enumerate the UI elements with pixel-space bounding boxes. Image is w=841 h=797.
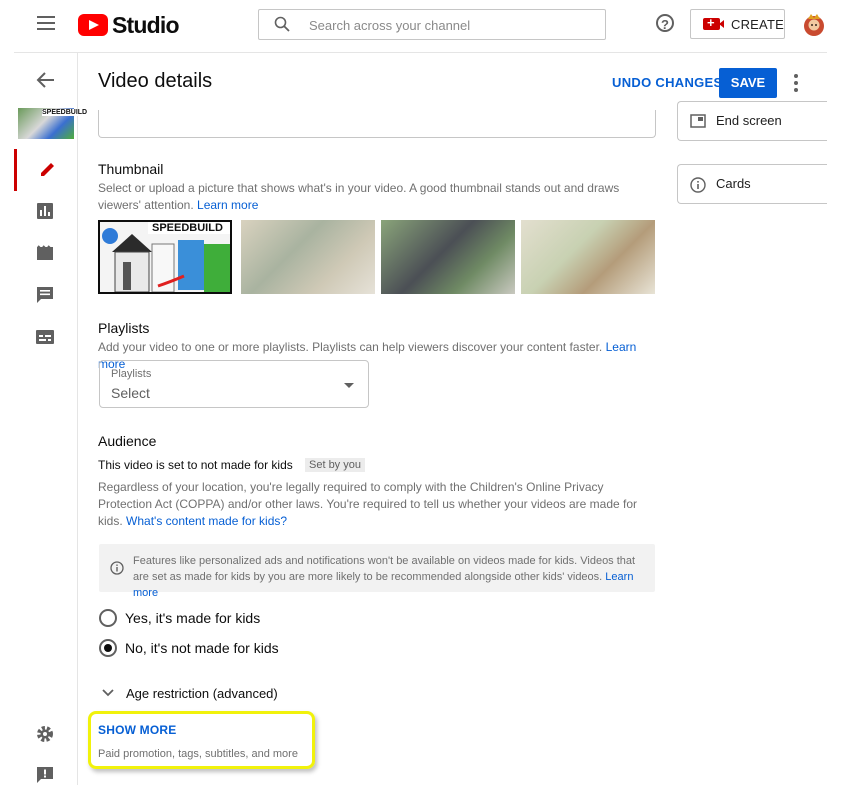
thumbnail-option-1[interactable]: SPEEDBUILD [98,220,232,294]
help-icon[interactable]: ? [656,14,674,32]
create-video-icon [703,15,724,30]
thumbnail-option-4[interactable] [521,220,655,294]
show-more-button[interactable]: SHOW MORE [98,723,176,737]
thumbnail-option-3[interactable] [381,220,515,294]
hamburger-menu-icon[interactable] [37,16,55,30]
whats-content-made-for-kids-link[interactable]: What's content made for kids? [126,514,287,528]
search-icon [274,16,290,32]
top-bar-divider [14,52,827,53]
more-options-icon[interactable] [791,74,801,92]
thumbnail-option-1-caption: SPEEDBUILD [152,222,223,234]
notice-body: Features like personalized ads and notif… [133,555,636,583]
made-for-kids-notice: Features like personalized ads and notif… [99,544,655,599]
comments-icon [37,287,53,303]
audience-description: Regardless of your location, you're lega… [98,479,650,530]
create-label: CREATE [731,16,784,32]
info-icon [110,561,124,575]
show-more-highlight [88,711,315,769]
description-field[interactable] [98,110,656,138]
edit-icon [41,163,54,176]
audience-status: This video is set to not made for kids [98,458,293,472]
end-screen-card[interactable]: End screen [677,101,827,141]
logo-text: Studio [112,11,180,38]
dropdown-arrow-icon [344,383,354,388]
search-input[interactable] [307,10,596,41]
thumbnail-learn-more-link[interactable]: Learn more [197,198,258,212]
notice-text: Features like personalized ads and notif… [133,553,643,601]
page-title: Video details [98,70,213,92]
radio-no-label[interactable]: No, it's not made for kids [125,640,279,656]
rail-item-editor[interactable] [14,233,77,275]
rail-item-feedback[interactable] [14,755,77,797]
radio-made-for-kids-yes[interactable] [99,609,117,627]
video-thumbnail-caption: SPEEDBUILD [42,109,88,116]
save-button[interactable]: SAVE [719,68,777,98]
video-thumbnail[interactable]: SPEEDBUILD [18,108,88,139]
cards-label: Cards [716,176,751,191]
end-screen-icon [690,114,706,128]
cards-card[interactable]: Cards [677,164,827,204]
rail-divider [77,53,78,785]
back-arrow-icon[interactable] [36,70,56,90]
rail-item-analytics[interactable] [14,191,77,233]
info-circle-icon [690,177,706,193]
playlists-select-label: Playlists [111,368,152,380]
subtitles-icon [36,330,54,344]
youtube-play-icon [78,14,108,36]
feedback-icon [37,767,53,783]
playlists-heading: Playlists [98,320,150,336]
playlists-description-text: Add your video to one or more playlists.… [98,340,603,354]
audience-heading: Audience [98,433,157,449]
editor-icon [37,245,53,260]
studio-logo[interactable]: Studio [78,11,180,38]
playlists-select-value: Select [111,385,150,401]
playlists-select[interactable]: Playlists Select [99,360,369,408]
rail-item-comments[interactable] [14,275,77,317]
thumbnail-heading: Thumbnail [98,161,164,177]
settings-icon [37,726,53,742]
radio-made-for-kids-no[interactable] [99,639,117,657]
search-box[interactable] [258,9,606,41]
avatar[interactable] [802,11,826,37]
thumbnail-description-text: Select or upload a picture that shows wh… [98,181,620,212]
rail-item-details[interactable] [14,149,77,191]
chevron-down-icon[interactable] [102,688,114,698]
end-screen-label: End screen [716,113,782,128]
rail-item-subtitles[interactable] [14,317,77,359]
rail-item-settings[interactable] [14,714,77,756]
thumbnail-option-2[interactable] [241,220,375,294]
show-more-subtitle: Paid promotion, tags, subtitles, and mor… [98,748,298,760]
set-by-you-badge: Set by you [305,458,365,472]
analytics-icon [37,203,53,219]
age-restriction-toggle[interactable]: Age restriction (advanced) [126,686,278,701]
thumbnail-description: Select or upload a picture that shows wh… [98,180,643,214]
radio-yes-label[interactable]: Yes, it's made for kids [125,610,260,626]
create-button[interactable]: CREATE [690,9,785,39]
undo-changes-button[interactable]: UNDO CHANGES [612,75,723,90]
